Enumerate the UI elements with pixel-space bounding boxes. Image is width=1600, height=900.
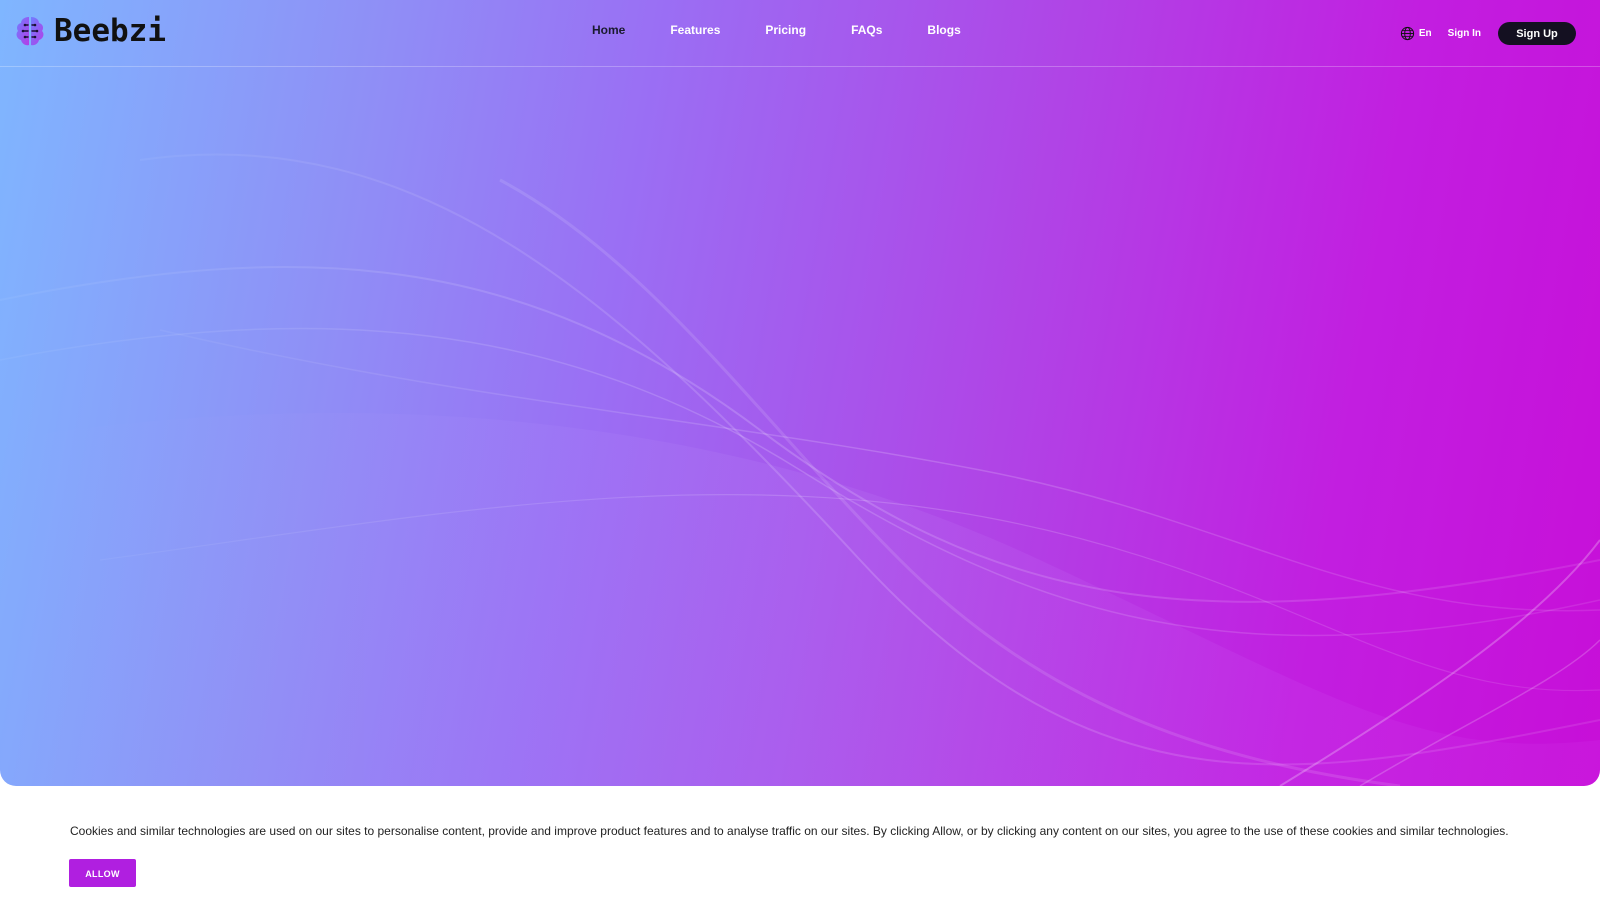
- nav-actions: En Sign In Sign Up: [1400, 22, 1576, 45]
- sign-up-button[interactable]: Sign Up: [1498, 22, 1576, 45]
- cookie-message: Cookies and similar technologies are use…: [70, 824, 1509, 838]
- hero-wave-decoration: [0, 153, 1600, 786]
- sign-in-link[interactable]: Sign In: [1448, 28, 1481, 39]
- nav-pricing[interactable]: Pricing: [765, 23, 806, 37]
- nav-faqs[interactable]: FAQs: [851, 23, 882, 37]
- allow-cookies-button[interactable]: ALLOW: [69, 859, 136, 887]
- hero-section: Beebzi Home Features Pricing FAQs Blogs: [0, 0, 1600, 786]
- nav-home[interactable]: Home: [592, 23, 625, 37]
- nav-blogs[interactable]: Blogs: [927, 23, 960, 37]
- cookie-banner: Cookies and similar technologies are use…: [0, 786, 1600, 900]
- brand-name: Beebzi: [54, 13, 166, 49]
- language-label: En: [1418, 28, 1432, 39]
- nav-features[interactable]: Features: [670, 23, 720, 37]
- main-nav: Home Features Pricing FAQs Blogs: [592, 23, 1006, 37]
- top-navbar: Beebzi Home Features Pricing FAQs Blogs: [0, 0, 1600, 67]
- page: Beebzi Home Features Pricing FAQs Blogs: [0, 0, 1600, 900]
- language-selector[interactable]: En: [1400, 26, 1432, 41]
- brand-logo[interactable]: Beebzi: [12, 12, 166, 50]
- brain-icon: [16, 17, 44, 46]
- globe-icon: [1400, 26, 1414, 41]
